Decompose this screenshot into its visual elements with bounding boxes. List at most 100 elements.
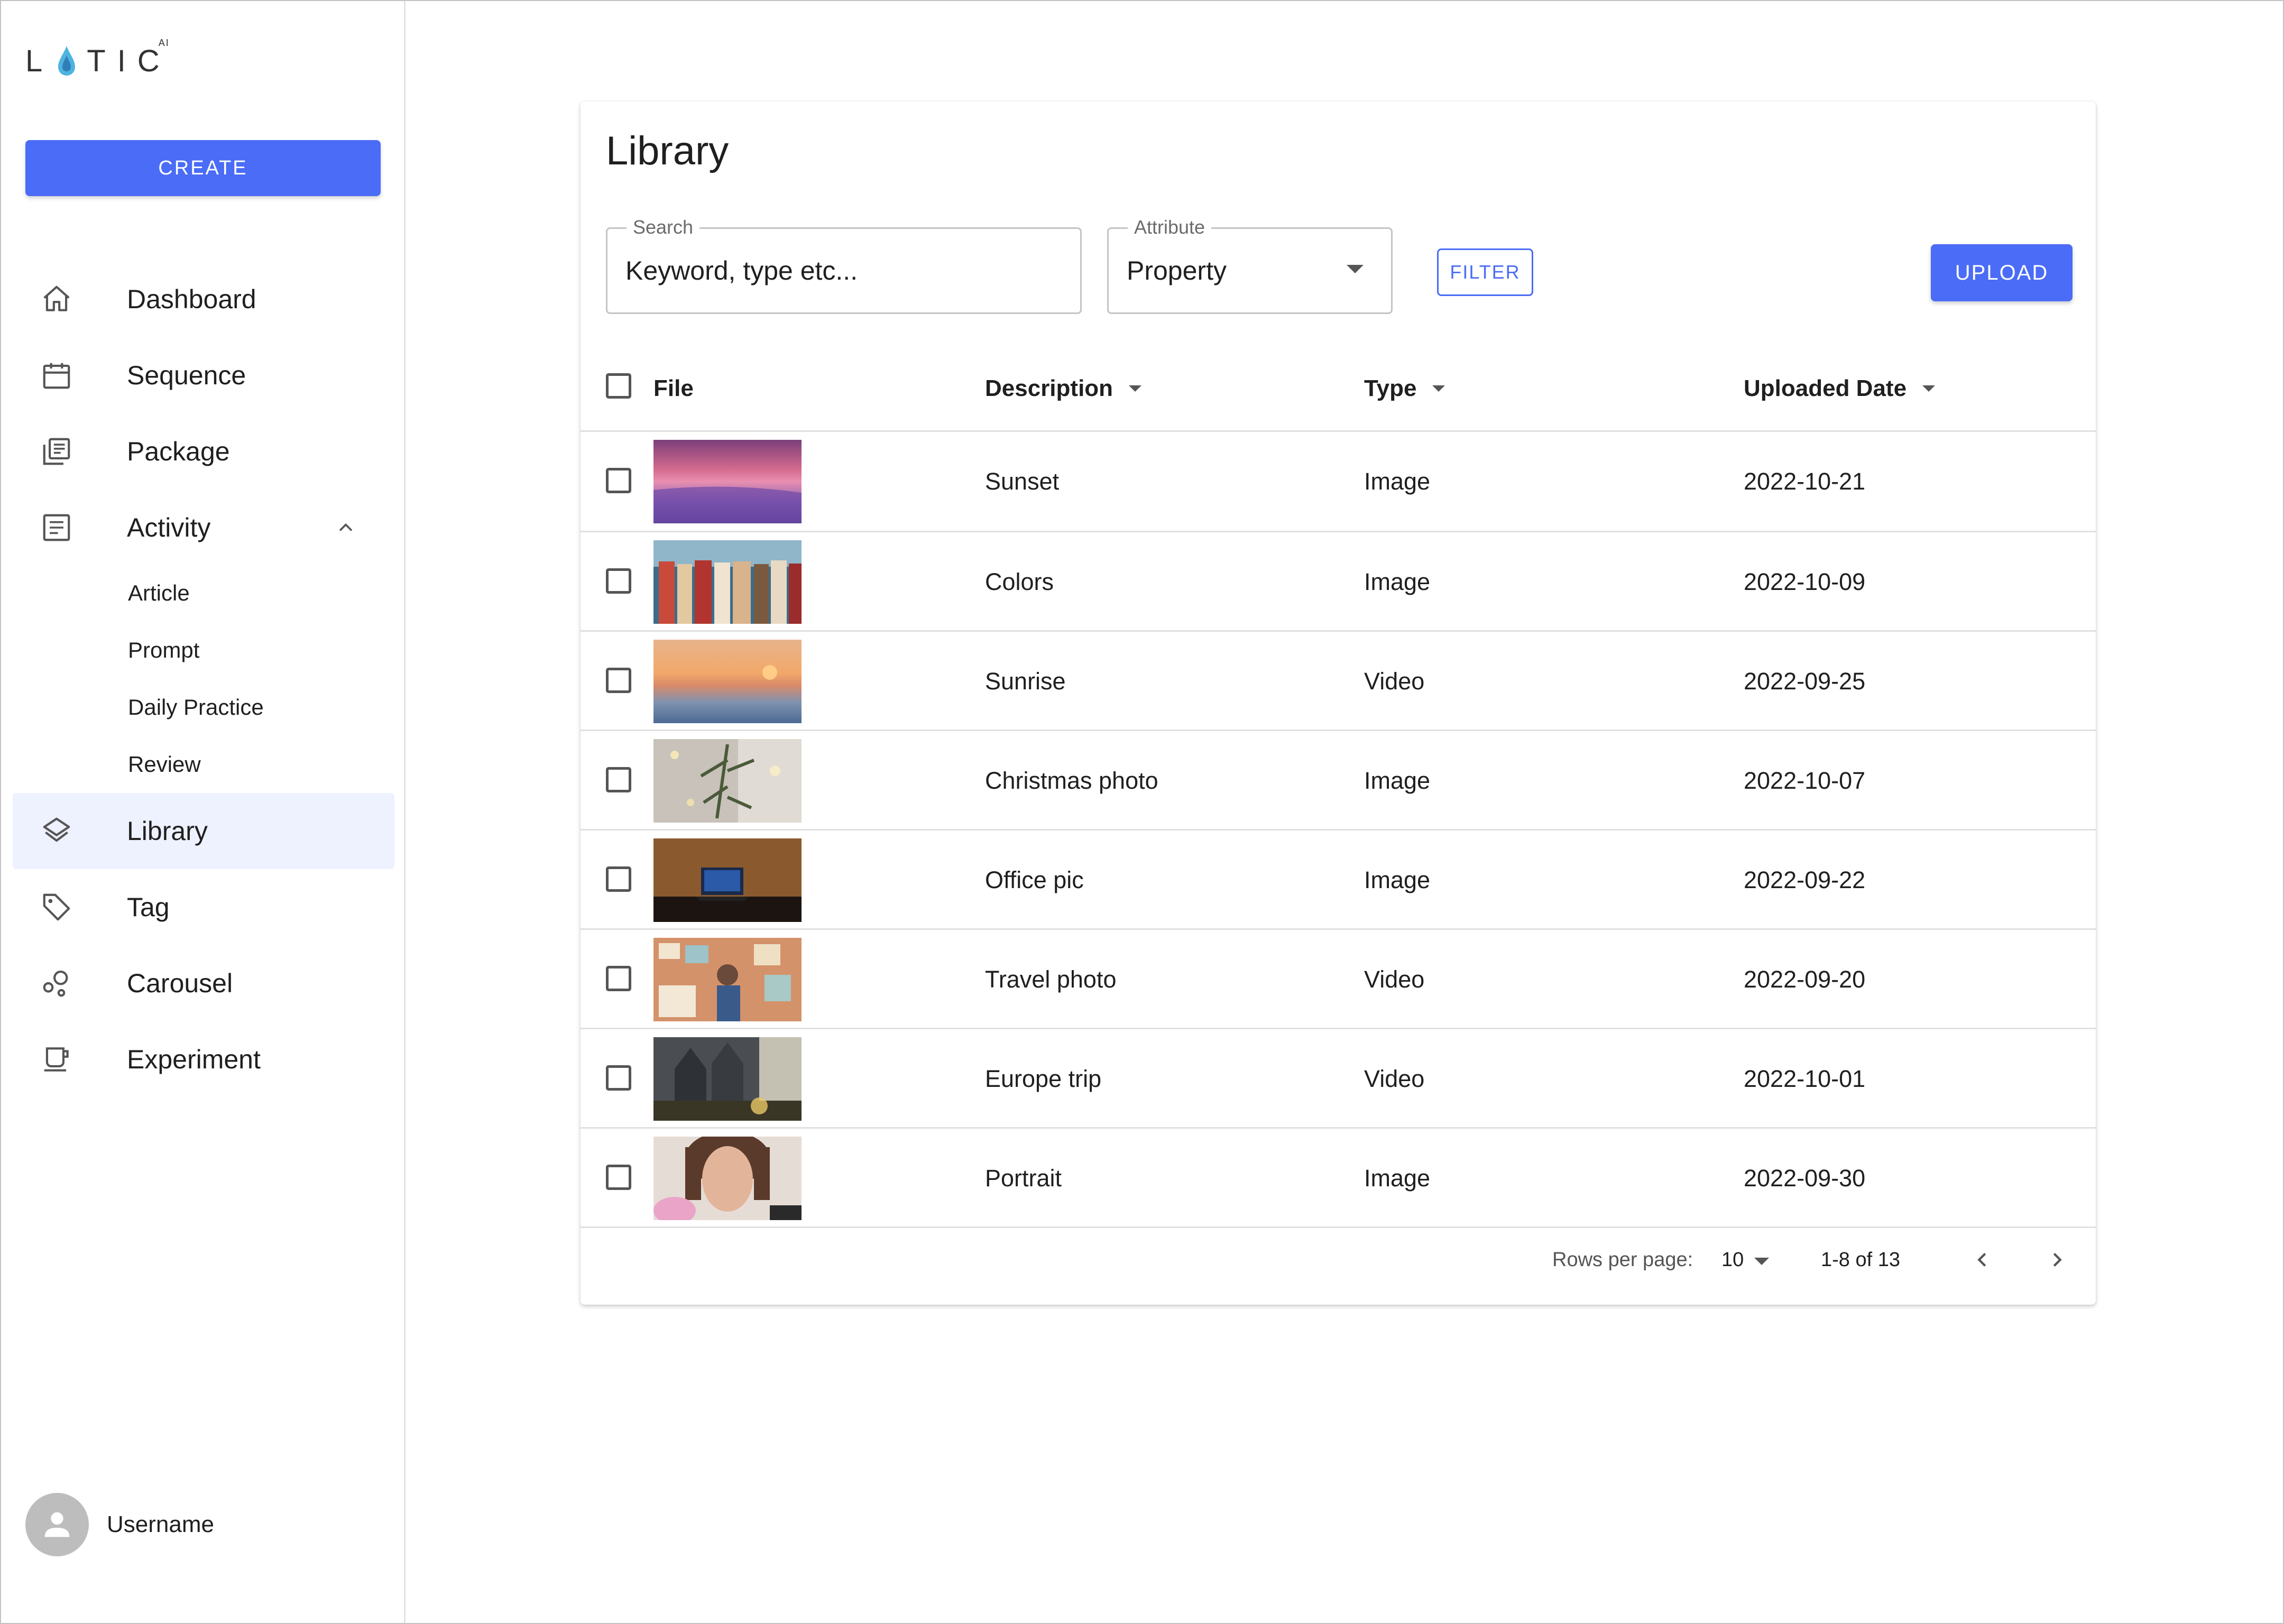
row-description: Christmas photo bbox=[985, 767, 1158, 794]
row-checkbox[interactable] bbox=[606, 668, 631, 693]
row-type: Video bbox=[1364, 1065, 1425, 1092]
sidebar-subitem-prompt[interactable]: Prompt bbox=[128, 638, 199, 663]
sort-arrow-icon[interactable] bbox=[1129, 385, 1142, 392]
calendar-icon bbox=[38, 357, 75, 394]
row-checkbox[interactable] bbox=[606, 468, 631, 493]
column-header-file: File bbox=[653, 375, 694, 402]
table-row[interactable]: Sunrise Video 2022-09-25 bbox=[581, 632, 2096, 731]
thumbnail-colors[interactable] bbox=[653, 540, 802, 624]
table-row[interactable]: Sunset Image 2022-10-21 bbox=[581, 432, 2096, 531]
avatar[interactable] bbox=[25, 1493, 89, 1556]
sidebar-item-tag[interactable]: Tag bbox=[13, 869, 394, 945]
sidebar-item-experiment[interactable]: Experiment bbox=[13, 1021, 394, 1097]
sidebar-subitem-article[interactable]: Article bbox=[128, 580, 190, 606]
library-card: Library Search Attribute Property FILTER… bbox=[581, 102, 2096, 1305]
row-checkbox[interactable] bbox=[606, 1065, 631, 1091]
row-date: 2022-09-30 bbox=[1744, 1165, 1866, 1192]
sidebar-item-label: Tag bbox=[127, 892, 170, 922]
upload-button[interactable]: UPLOAD bbox=[1931, 244, 2073, 301]
row-description: Colors bbox=[985, 568, 1054, 595]
attribute-value: Property bbox=[1127, 256, 1227, 285]
attribute-select[interactable]: Attribute Property bbox=[1107, 216, 1393, 314]
thumbnail-portrait[interactable] bbox=[653, 1137, 802, 1220]
chevron-right-icon bbox=[2053, 1253, 2062, 1267]
row-type: Image bbox=[1364, 568, 1431, 595]
sidebar-item-label: Package bbox=[127, 437, 230, 466]
row-checkbox[interactable] bbox=[606, 866, 631, 892]
tag-icon bbox=[38, 889, 75, 926]
thumbnail-christmas-photo[interactable] bbox=[653, 739, 802, 823]
sort-arrow-icon[interactable] bbox=[1922, 385, 1936, 392]
sidebar-subitem-daily-practice[interactable]: Daily Practice bbox=[128, 695, 264, 720]
row-description: Office pic bbox=[985, 866, 1084, 893]
rows-per-page-select[interactable]: 10 bbox=[1721, 1249, 1744, 1271]
table-row[interactable]: Office pic Image 2022-09-22 bbox=[581, 831, 2096, 929]
sidebar-item-label: Carousel bbox=[127, 968, 233, 998]
sidebar-item-label: Experiment bbox=[127, 1045, 261, 1074]
sidebar-item-carousel[interactable]: Carousel bbox=[13, 945, 394, 1021]
sidebar-item-label: Activity bbox=[127, 513, 211, 542]
sidebar-item-label: Library bbox=[127, 816, 208, 846]
row-description: Sunset bbox=[985, 468, 1060, 495]
row-checkbox[interactable] bbox=[606, 568, 631, 594]
home-icon bbox=[38, 281, 75, 318]
row-checkbox[interactable] bbox=[606, 966, 631, 991]
table-row[interactable]: Colors Image 2022-10-09 bbox=[581, 532, 2096, 631]
table-row[interactable]: Europe trip Video 2022-10-01 bbox=[581, 1029, 2096, 1128]
column-header-description[interactable]: Description bbox=[985, 375, 1142, 402]
filter-button[interactable]: FILTER bbox=[1437, 248, 1533, 296]
chevron-left-icon bbox=[1977, 1253, 1986, 1267]
column-header-type[interactable]: Type bbox=[1364, 375, 1445, 402]
sidebar: L TIC AI CREATE Dashboard Sequence Packa… bbox=[1, 1, 406, 1623]
sidebar-subitem-review[interactable]: Review bbox=[128, 752, 201, 777]
rows-per-page-arrow-icon[interactable] bbox=[1754, 1258, 1769, 1265]
table-row[interactable]: Christmas photo Image 2022-10-07 bbox=[581, 731, 2096, 830]
thumbnail-sunrise[interactable] bbox=[653, 640, 802, 723]
article-icon bbox=[38, 509, 75, 546]
row-date: 2022-09-22 bbox=[1744, 866, 1866, 893]
row-date: 2022-10-01 bbox=[1744, 1065, 1866, 1092]
person-icon bbox=[44, 1512, 70, 1537]
row-date: 2022-09-20 bbox=[1744, 966, 1866, 993]
sidebar-item-sequence[interactable]: Sequence bbox=[13, 337, 394, 413]
thumbnail-europe-trip[interactable] bbox=[653, 1037, 802, 1121]
column-header-uploaded-date[interactable]: Uploaded Date bbox=[1744, 375, 1936, 402]
attribute-legend: Attribute bbox=[1128, 216, 1212, 238]
rows-per-page-label: Rows per page: bbox=[1552, 1249, 1693, 1271]
thumbnail-sunset[interactable] bbox=[653, 440, 802, 523]
username: Username bbox=[107, 1511, 214, 1537]
table-row[interactable]: Portrait Image 2022-09-30 bbox=[581, 1129, 2096, 1228]
sidebar-item-library[interactable]: Library bbox=[13, 793, 394, 869]
thumbnail-office-pic[interactable] bbox=[653, 838, 802, 922]
row-description: Europe trip bbox=[985, 1065, 1102, 1092]
pagination-range: 1-8 of 13 bbox=[1821, 1249, 1900, 1271]
logo: L TIC AI bbox=[25, 38, 182, 79]
sort-arrow-icon[interactable] bbox=[1432, 385, 1445, 392]
sidebar-item-activity[interactable]: Activity bbox=[13, 490, 394, 566]
logo-text-suffix: TIC bbox=[87, 44, 171, 78]
table-row[interactable]: Travel photo Video 2022-09-20 bbox=[581, 930, 2096, 1029]
row-checkbox[interactable] bbox=[606, 767, 631, 792]
row-divider bbox=[581, 1226, 2096, 1228]
row-checkbox[interactable] bbox=[606, 1165, 631, 1190]
sidebar-item-dashboard[interactable]: Dashboard bbox=[13, 261, 394, 337]
row-type: Image bbox=[1364, 866, 1431, 893]
chevron-up-icon[interactable] bbox=[334, 516, 357, 539]
previous-page-button[interactable] bbox=[1964, 1241, 2001, 1278]
search-input[interactable] bbox=[625, 255, 1048, 286]
search-legend: Search bbox=[627, 216, 700, 238]
search-field[interactable]: Search bbox=[606, 216, 1082, 314]
row-date: 2022-09-25 bbox=[1744, 668, 1866, 695]
coffee-icon bbox=[38, 1041, 75, 1078]
row-type: Video bbox=[1364, 668, 1425, 695]
row-date: 2022-10-07 bbox=[1744, 767, 1866, 794]
user-profile[interactable]: Username bbox=[25, 1493, 214, 1556]
sidebar-item-package[interactable]: Package bbox=[13, 413, 394, 490]
next-page-button[interactable] bbox=[2039, 1241, 2076, 1278]
create-button[interactable]: CREATE bbox=[25, 140, 381, 196]
thumbnail-travel-photo[interactable] bbox=[653, 938, 802, 1021]
select-all-checkbox[interactable] bbox=[606, 373, 631, 399]
sidebar-item-label: Sequence bbox=[127, 361, 246, 390]
row-type: Video bbox=[1364, 966, 1425, 993]
row-description: Travel photo bbox=[985, 966, 1117, 993]
